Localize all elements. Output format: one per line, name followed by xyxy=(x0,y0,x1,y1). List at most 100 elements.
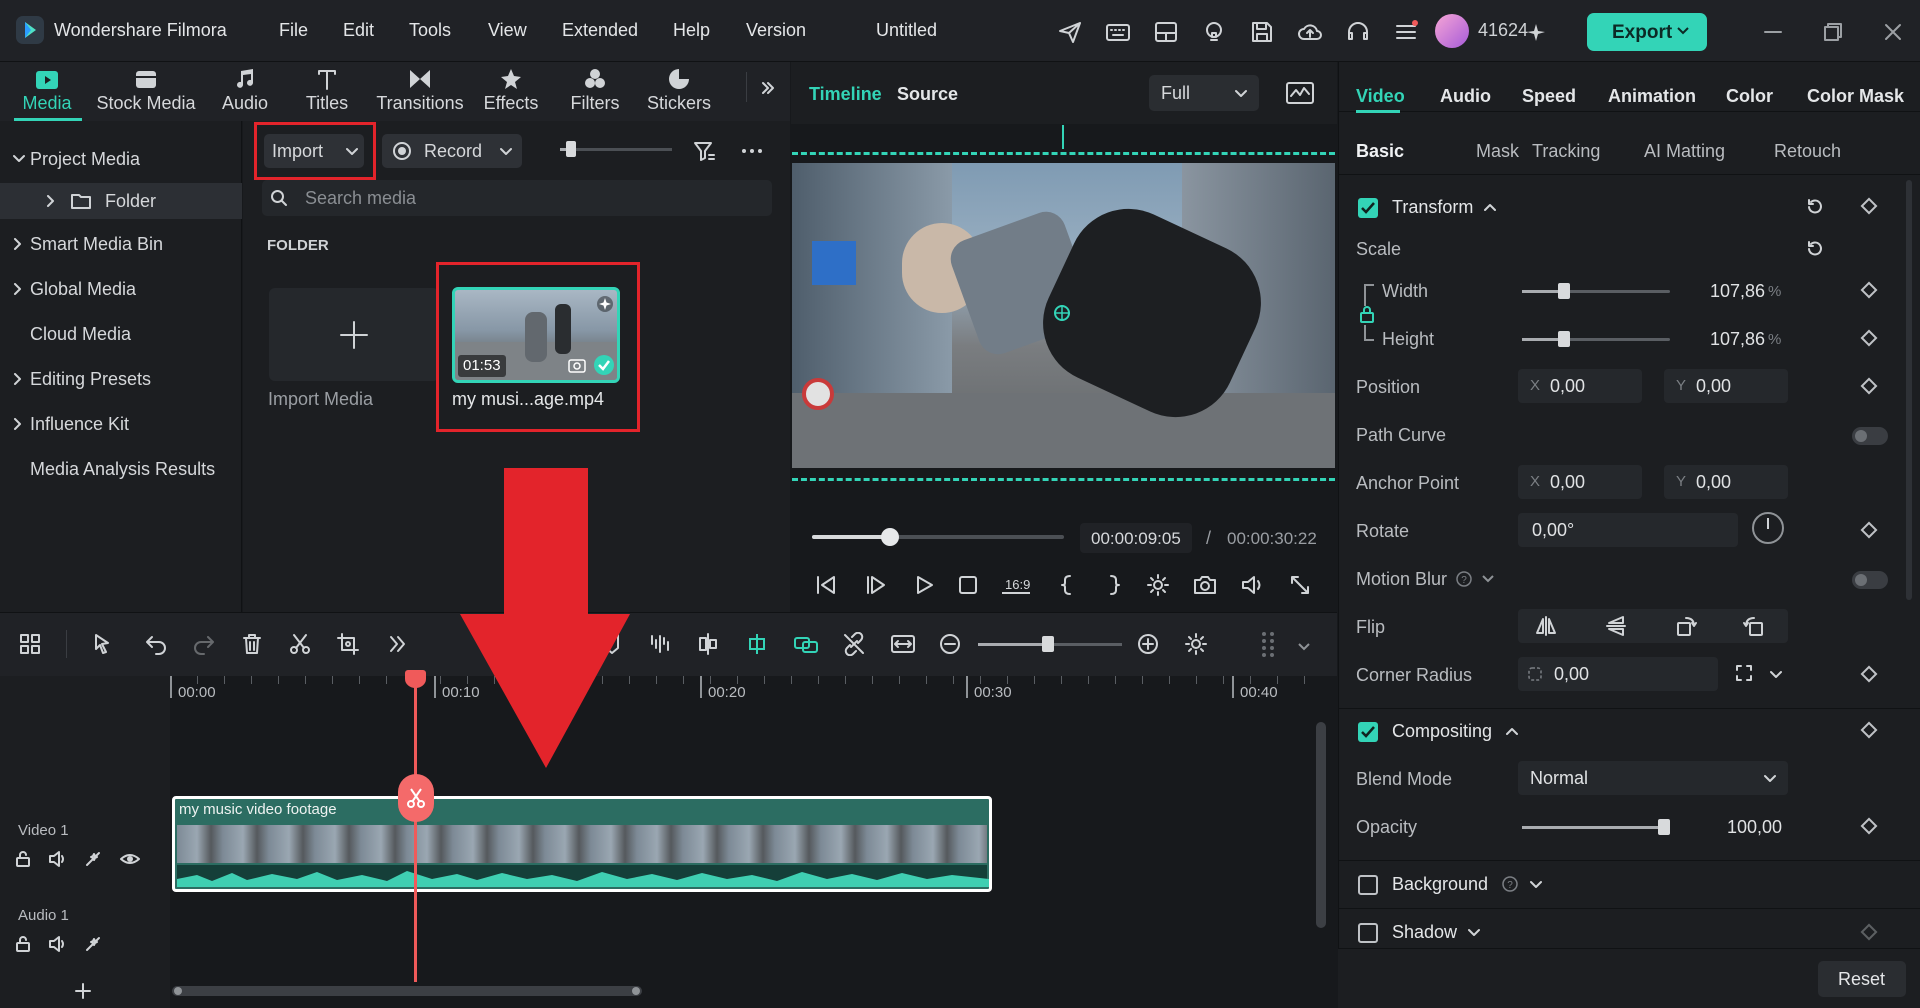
tab-filters[interactable]: Filters xyxy=(564,67,626,114)
magnet-snap-icon[interactable] xyxy=(744,632,770,656)
zoom-slider[interactable] xyxy=(978,636,1122,652)
width-slider[interactable] xyxy=(1522,283,1670,299)
chevron-down-icon[interactable] xyxy=(1482,574,1494,584)
prop-tab-video[interactable]: Video xyxy=(1356,86,1405,107)
split-marker[interactable] xyxy=(398,774,434,822)
volume-icon[interactable] xyxy=(1240,573,1266,597)
play-icon[interactable] xyxy=(912,574,936,596)
subtab-tracking[interactable]: Tracking xyxy=(1532,141,1600,162)
height-value[interactable]: 107,86 xyxy=(1710,329,1765,350)
search-input[interactable]: Search media xyxy=(262,180,772,216)
playhead-handle[interactable] xyxy=(405,670,426,688)
sidebar-item-folder[interactable]: Folder xyxy=(0,183,242,219)
background-checkbox[interactable] xyxy=(1358,875,1378,895)
split-scissors-icon[interactable] xyxy=(288,632,312,656)
snapshot-icon[interactable] xyxy=(1192,573,1218,597)
tab-titles[interactable]: Titles xyxy=(296,67,358,114)
menu-edit[interactable]: Edit xyxy=(343,20,374,41)
sidebar-item-smart-media-bin[interactable]: Smart Media Bin xyxy=(0,226,242,262)
tab-stock-media[interactable]: Stock Media xyxy=(94,67,198,114)
filter-icon[interactable] xyxy=(692,139,716,163)
menu-help[interactable]: Help xyxy=(673,20,710,41)
motion-blur-toggle[interactable] xyxy=(1852,571,1888,589)
menu-list-icon[interactable] xyxy=(1393,19,1419,45)
fullscreen-icon[interactable] xyxy=(1288,573,1312,597)
headset-icon[interactable] xyxy=(1345,19,1371,45)
corner-mode-icon[interactable] xyxy=(1735,664,1753,682)
linkage-icon[interactable] xyxy=(792,632,820,656)
reset-transform-icon[interactable] xyxy=(1806,198,1824,216)
zoom-out-icon[interactable] xyxy=(938,632,962,656)
track-visibility-icon[interactable] xyxy=(120,850,140,868)
import-media-tile[interactable] xyxy=(269,288,439,381)
blend-mode-select[interactable]: Normal xyxy=(1518,761,1788,795)
tab-source[interactable]: Source xyxy=(897,84,958,105)
expand-more-icon[interactable] xyxy=(760,80,776,96)
rotate-left-icon[interactable] xyxy=(1742,615,1766,637)
transform-checkbox[interactable] xyxy=(1358,198,1378,218)
aspect-ratio-button[interactable]: 16:9 xyxy=(1000,572,1032,598)
save-icon[interactable] xyxy=(1249,19,1275,45)
anchor-x-input[interactable]: X 0,00 xyxy=(1518,465,1642,499)
tab-media[interactable]: Media xyxy=(18,67,76,114)
zoom-in-icon[interactable] xyxy=(1136,632,1160,656)
time-ruler[interactable]: 00:00 00:10 00:20 00:30 00:40 xyxy=(170,676,1310,710)
timeline-vertical-scrollbar[interactable] xyxy=(1316,722,1326,928)
prop-tab-audio[interactable]: Audio xyxy=(1440,86,1491,107)
chevron-up-icon[interactable] xyxy=(1484,202,1496,212)
track-lock-icon[interactable] xyxy=(14,850,32,868)
thumbnail-size-slider[interactable] xyxy=(560,141,672,157)
compositing-checkbox[interactable] xyxy=(1358,722,1378,742)
fit-timeline-icon[interactable] xyxy=(890,632,916,656)
reset-button[interactable]: Reset xyxy=(1818,961,1906,997)
subtab-mask[interactable]: Mask xyxy=(1476,141,1519,162)
shadow-checkbox[interactable] xyxy=(1358,923,1378,943)
more-tools-icon[interactable] xyxy=(386,632,410,656)
waveform-view-icon[interactable] xyxy=(1285,80,1315,106)
chevron-down-icon[interactable] xyxy=(1298,642,1310,652)
sidebar-item-influence-kit[interactable]: Influence Kit xyxy=(0,406,242,442)
tab-audio[interactable]: Audio xyxy=(214,67,276,114)
auto-reframe-icon[interactable] xyxy=(696,632,720,656)
timeline-horizontal-scrollbar[interactable] xyxy=(172,986,642,996)
prop-tab-animation[interactable]: Animation xyxy=(1608,86,1696,107)
help-icon[interactable]: ? xyxy=(1502,876,1518,892)
sidebar-item-global-media[interactable]: Global Media xyxy=(0,271,242,307)
sidebar-item-cloud-media[interactable]: Cloud Media xyxy=(0,316,242,352)
tab-timeline[interactable]: Timeline xyxy=(809,84,882,105)
track-ai-icon[interactable] xyxy=(84,850,104,868)
audio-beat-icon[interactable] xyxy=(648,632,672,656)
next-frame-icon[interactable] xyxy=(864,574,888,596)
more-options-icon[interactable] xyxy=(740,139,764,163)
tab-transitions[interactable]: Transitions xyxy=(376,67,464,114)
flip-vertical-icon[interactable] xyxy=(1604,615,1628,637)
corner-radius-input[interactable]: 0,00 xyxy=(1518,657,1718,691)
stop-icon[interactable] xyxy=(956,574,980,596)
layout-icon[interactable] xyxy=(1153,19,1179,45)
rotate-right-icon[interactable] xyxy=(1674,615,1698,637)
subtab-retouch[interactable]: Retouch xyxy=(1774,141,1841,162)
menu-view[interactable]: View xyxy=(488,20,527,41)
quality-select[interactable]: Full xyxy=(1149,75,1259,111)
send-icon[interactable] xyxy=(1057,19,1083,45)
prop-tab-speed[interactable]: Speed xyxy=(1522,86,1576,107)
position-x-input[interactable]: X 0,00 xyxy=(1518,369,1642,403)
reset-scale-icon[interactable] xyxy=(1806,240,1824,258)
lightbulb-icon[interactable] xyxy=(1201,19,1227,45)
track-mute-icon[interactable] xyxy=(48,935,68,953)
prop-tab-color[interactable]: Color xyxy=(1726,86,1773,107)
flip-horizontal-icon[interactable] xyxy=(1534,615,1558,637)
sidebar-item-editing-presets[interactable]: Editing Presets xyxy=(0,361,242,397)
unlink-icon[interactable] xyxy=(842,632,866,656)
grid-dots-icon[interactable] xyxy=(1260,630,1276,658)
opacity-slider[interactable] xyxy=(1522,819,1670,835)
lock-icon[interactable] xyxy=(1359,305,1375,323)
video-preview[interactable] xyxy=(792,163,1335,468)
subtab-ai-matting[interactable]: AI Matting xyxy=(1644,141,1725,162)
keyboard-icon[interactable] xyxy=(1105,19,1131,45)
delete-icon[interactable] xyxy=(240,632,264,656)
subtab-basic[interactable]: Basic xyxy=(1356,141,1404,162)
menu-file[interactable]: File xyxy=(279,20,308,41)
cloud-upload-icon[interactable] xyxy=(1297,19,1323,45)
tab-effects[interactable]: Effects xyxy=(480,67,542,114)
